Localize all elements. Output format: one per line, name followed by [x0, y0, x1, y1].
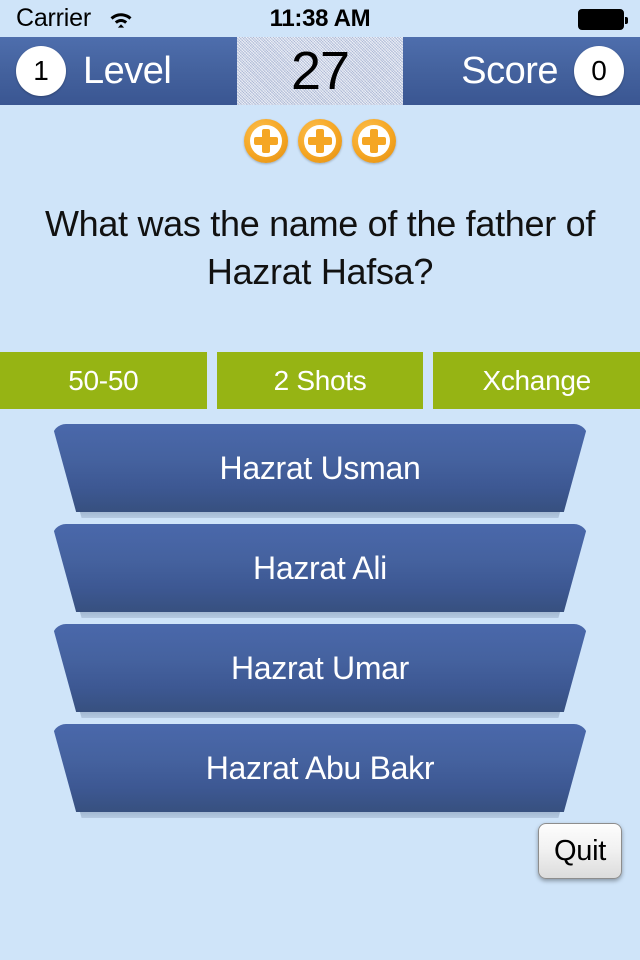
score-label: Score	[461, 50, 558, 92]
level-value-badge: 1	[16, 46, 66, 96]
lifeline-two-shots-button[interactable]: 2 Shots	[216, 352, 424, 409]
lifeline-fifty-fifty-button[interactable]: 50-50	[0, 352, 207, 409]
timer-panel: 27	[237, 37, 403, 105]
answer-option-3-button[interactable]: Hazrat Umar	[52, 624, 588, 712]
plus-glyph	[362, 129, 386, 153]
battery-full-icon	[578, 9, 628, 30]
answer-option-2-button[interactable]: Hazrat Ali	[52, 524, 588, 612]
question-text: What was the name of the father of Hazra…	[44, 203, 596, 292]
answer-row: Hazrat Abu Bakr	[0, 724, 640, 824]
level-label: Level	[83, 50, 172, 92]
timer-value: 27	[290, 41, 350, 101]
status-bar: Carrier 11:38 AM	[0, 0, 640, 37]
answer-option-1-button[interactable]: Hazrat Usman	[52, 424, 588, 512]
answer-row: Hazrat Ali	[0, 524, 640, 624]
score-value-badge: 0	[574, 46, 624, 96]
quiz-app-screen: Carrier 11:38 AM 1 Level 27 Score 0 What…	[0, 0, 640, 960]
plus-glyph	[254, 129, 278, 153]
answer-row: Hazrat Usman	[0, 424, 640, 524]
coin-plus-icon[interactable]	[244, 119, 288, 163]
answer-button-list: Hazrat Usman Hazrat Ali Hazrat Umar Hazr…	[0, 424, 640, 824]
lifeline-button-row: 50-50 2 Shots Xchange	[0, 352, 640, 409]
coin-plus-icon[interactable]	[298, 119, 342, 163]
quit-button[interactable]: Quit	[538, 823, 622, 879]
plus-glyph	[308, 129, 332, 153]
lifeline-xchange-button[interactable]: Xchange	[433, 352, 640, 409]
answer-option-4-button[interactable]: Hazrat Abu Bakr	[52, 724, 588, 812]
clock-label: 11:38 AM	[269, 5, 371, 32]
answer-row: Hazrat Umar	[0, 624, 640, 724]
score-header-bar: 1 Level 27 Score 0	[0, 37, 640, 105]
lives-row	[0, 119, 640, 163]
coin-plus-icon[interactable]	[352, 119, 396, 163]
